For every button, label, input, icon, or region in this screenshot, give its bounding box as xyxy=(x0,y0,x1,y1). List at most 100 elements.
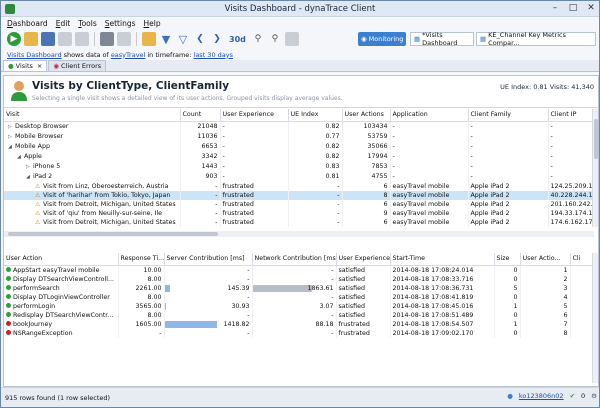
expand-icon[interactable]: ▷ xyxy=(8,133,15,142)
cell-actions: 35066 xyxy=(342,141,391,152)
menu-help[interactable]: Help xyxy=(144,19,161,28)
col-ue-index[interactable]: UE Index xyxy=(288,109,343,122)
filter-icon[interactable]: ▼ xyxy=(159,32,173,46)
cell-size: 0 xyxy=(494,328,521,338)
cell-ue: - xyxy=(288,190,343,200)
print-icon[interactable] xyxy=(100,32,114,46)
table-row[interactable]: bookJourney 1605.00 1418.82 88.18 frustrated… xyxy=(4,319,595,329)
table-row[interactable]: ◢ Apple 3342-0.82 17994- - - xyxy=(4,151,595,162)
col-count[interactable]: Count xyxy=(180,109,221,122)
col-visit[interactable]: Visit xyxy=(4,109,181,122)
table-row[interactable]: ▷ iPhone 5 1443-0.83 7853- - - xyxy=(4,161,595,172)
cell-visit: ⚠ Visit from Detroit, Michigan, United St… xyxy=(4,199,181,209)
copy-icon[interactable] xyxy=(75,32,89,46)
table-row[interactable]: ⚠ Visit from Linz, Oberoesterreich, Austr… xyxy=(4,181,595,191)
zoom-icon[interactable]: ⚲ xyxy=(268,32,282,46)
menu-tools[interactable]: Tools xyxy=(78,19,96,28)
table-row[interactable]: performLogin 3565.00 30.93 3.07 satisfied 201… xyxy=(4,301,595,311)
settings-icon[interactable]: ⚙ xyxy=(591,392,597,400)
close-tab-icon[interactable]: × xyxy=(37,62,42,70)
expand-icon[interactable]: ▷ xyxy=(26,163,33,172)
actions-vertical-scrollbar[interactable] xyxy=(592,253,598,383)
collapse-icon[interactable]: ◢ xyxy=(17,153,24,162)
dashboard-tab-channel-key-metrics[interactable]: ▦ KE_Channel Key Metrics Compar... xyxy=(476,31,596,47)
table-row[interactable]: Redisplay DTSearchViewContr... 8.00- - sati… xyxy=(4,310,595,320)
col-size[interactable]: Size xyxy=(494,253,521,266)
col-client-ip[interactable]: Client IP xyxy=(548,109,595,122)
collapse-icon[interactable]: ◢ xyxy=(26,173,33,182)
cell-ip: 40.228.244.122 xyxy=(548,190,595,200)
save-icon[interactable] xyxy=(41,32,55,46)
visit-label: Mobile Browser xyxy=(15,132,64,140)
menu-settings[interactable]: Settings xyxy=(105,19,136,28)
col-application[interactable]: Application xyxy=(390,109,469,122)
visit-label: Visit from Detroit, Michigan, United Sta… xyxy=(43,200,176,208)
menu-dashboard[interactable]: Dashboard xyxy=(7,19,48,28)
col-user-action[interactable]: User Action xyxy=(4,253,119,266)
col-action-user-experience[interactable]: User Experience xyxy=(336,253,391,266)
cell-app: - xyxy=(390,131,469,142)
col-start-time[interactable]: Start-Time xyxy=(390,253,495,266)
collapse-icon[interactable]: ◢ xyxy=(8,143,15,152)
expand-icon[interactable]: ▷ xyxy=(8,123,15,132)
dashboard-link[interactable]: Visits Dashboard xyxy=(7,51,62,59)
cell-count: 11036 xyxy=(180,131,221,142)
export-icon[interactable] xyxy=(117,32,131,46)
status-ok-icon xyxy=(6,312,11,317)
tab-client-errors[interactable]: ◉ Client Errors xyxy=(48,60,107,71)
monitoring-button[interactable]: ◉ Monitoring xyxy=(358,32,406,46)
menu-edit[interactable]: Edit xyxy=(56,19,71,28)
run-icon[interactable]: ▶ xyxy=(7,32,21,46)
table-row[interactable]: Display DTLoginViewController 8.00- - satis… xyxy=(4,292,595,302)
table-row[interactable]: performSearch 2261.00 145.39 1863.61 satisfi… xyxy=(4,283,595,293)
table-row[interactable]: ⚠ Visit from Detroit, Michigan, United St… xyxy=(4,217,595,227)
col-response-time[interactable]: Response Ti... xyxy=(118,253,165,266)
cut-icon[interactable] xyxy=(58,32,72,46)
filter-clear-icon[interactable]: ▽ xyxy=(176,32,190,46)
table-row[interactable]: ⚠ Visit of 'harihar' from Tokio, Tokyo, J… xyxy=(4,190,595,200)
dashboard-tab-visits[interactable]: ▦ *Visits Dashboard xyxy=(410,31,474,47)
table-row[interactable]: ◢ Mobile App 6653-0.82 35066- - - xyxy=(4,141,595,152)
table-row[interactable]: Display DTSearchViewControll... 8.00- - sat… xyxy=(4,274,595,284)
cell-response-time: 8.00 xyxy=(118,310,165,320)
previous-range-icon[interactable]: ❮ xyxy=(193,32,207,46)
visits-horizontal-scrollbar[interactable] xyxy=(4,231,594,237)
cell-network-contribution: - xyxy=(252,265,337,275)
table-row[interactable]: ⚠ Visit from Detroit, Michigan, United St… xyxy=(4,199,595,209)
system-profile-link[interactable]: easyTravel xyxy=(111,51,146,59)
cell-actions: 9 xyxy=(342,208,391,218)
cell-user-action: AppStart easyTravel mobile xyxy=(4,265,119,275)
table-row[interactable]: ▷ Desktop Browser 21048-0.82 103434- - - xyxy=(4,121,595,132)
status-ok-icon xyxy=(6,285,11,290)
col-user-experience[interactable]: User Experience xyxy=(220,109,289,122)
maximize-icon[interactable]: □ xyxy=(567,3,579,13)
visits-vertical-scrollbar[interactable] xyxy=(592,109,598,227)
search-icon[interactable]: ⚲ xyxy=(251,32,265,46)
col-client-family[interactable]: Client Family xyxy=(468,109,549,122)
cell-user-action-number: 6 xyxy=(520,310,571,320)
server-user-link[interactable]: ko123806n02 xyxy=(519,392,564,400)
minimize-icon[interactable]: – xyxy=(549,3,561,13)
next-range-icon[interactable]: ❯ xyxy=(210,32,224,46)
tab-visits[interactable]: ● Visits × xyxy=(3,60,48,71)
table-row[interactable]: ⚠ Visit of 'qiu' from Neuilly-sur-seine, … xyxy=(4,208,595,218)
col-user-actions[interactable]: User Actions xyxy=(342,109,391,122)
table-row[interactable]: NSRangeException - - - frustrated 2014-08-18 … xyxy=(4,328,595,338)
table-row[interactable]: AppStart easyTravel mobile 10.00- - satisfi… xyxy=(4,265,595,275)
close-icon[interactable]: ✕ xyxy=(585,3,597,13)
col-user-action-number[interactable]: User Actio... xyxy=(520,253,571,266)
col-server-contribution[interactable]: Server Contribution [ms] xyxy=(164,253,253,266)
warning-icon: ⚠ xyxy=(35,191,41,199)
cell-client xyxy=(570,283,595,293)
dashboard-menu-icon[interactable] xyxy=(142,32,156,46)
cell-ip: - xyxy=(548,151,595,162)
table-row[interactable]: ▷ Mobile Browser 11036-0.77 53759- - - xyxy=(4,131,595,142)
col-network-contribution[interactable]: Network Contribution [ms] xyxy=(252,253,337,266)
table-row[interactable]: ◢ iPad 2 903-0.81 4755- - - xyxy=(4,171,595,182)
col-client[interactable]: Cli xyxy=(570,253,595,266)
refresh-icon[interactable] xyxy=(284,32,299,46)
timeframe-30d[interactable]: 30d xyxy=(227,35,248,44)
timeframe-link[interactable]: last 30 days xyxy=(194,51,233,59)
open-folder-icon[interactable] xyxy=(24,32,38,46)
cell-user-experience: satisfied xyxy=(336,283,391,293)
